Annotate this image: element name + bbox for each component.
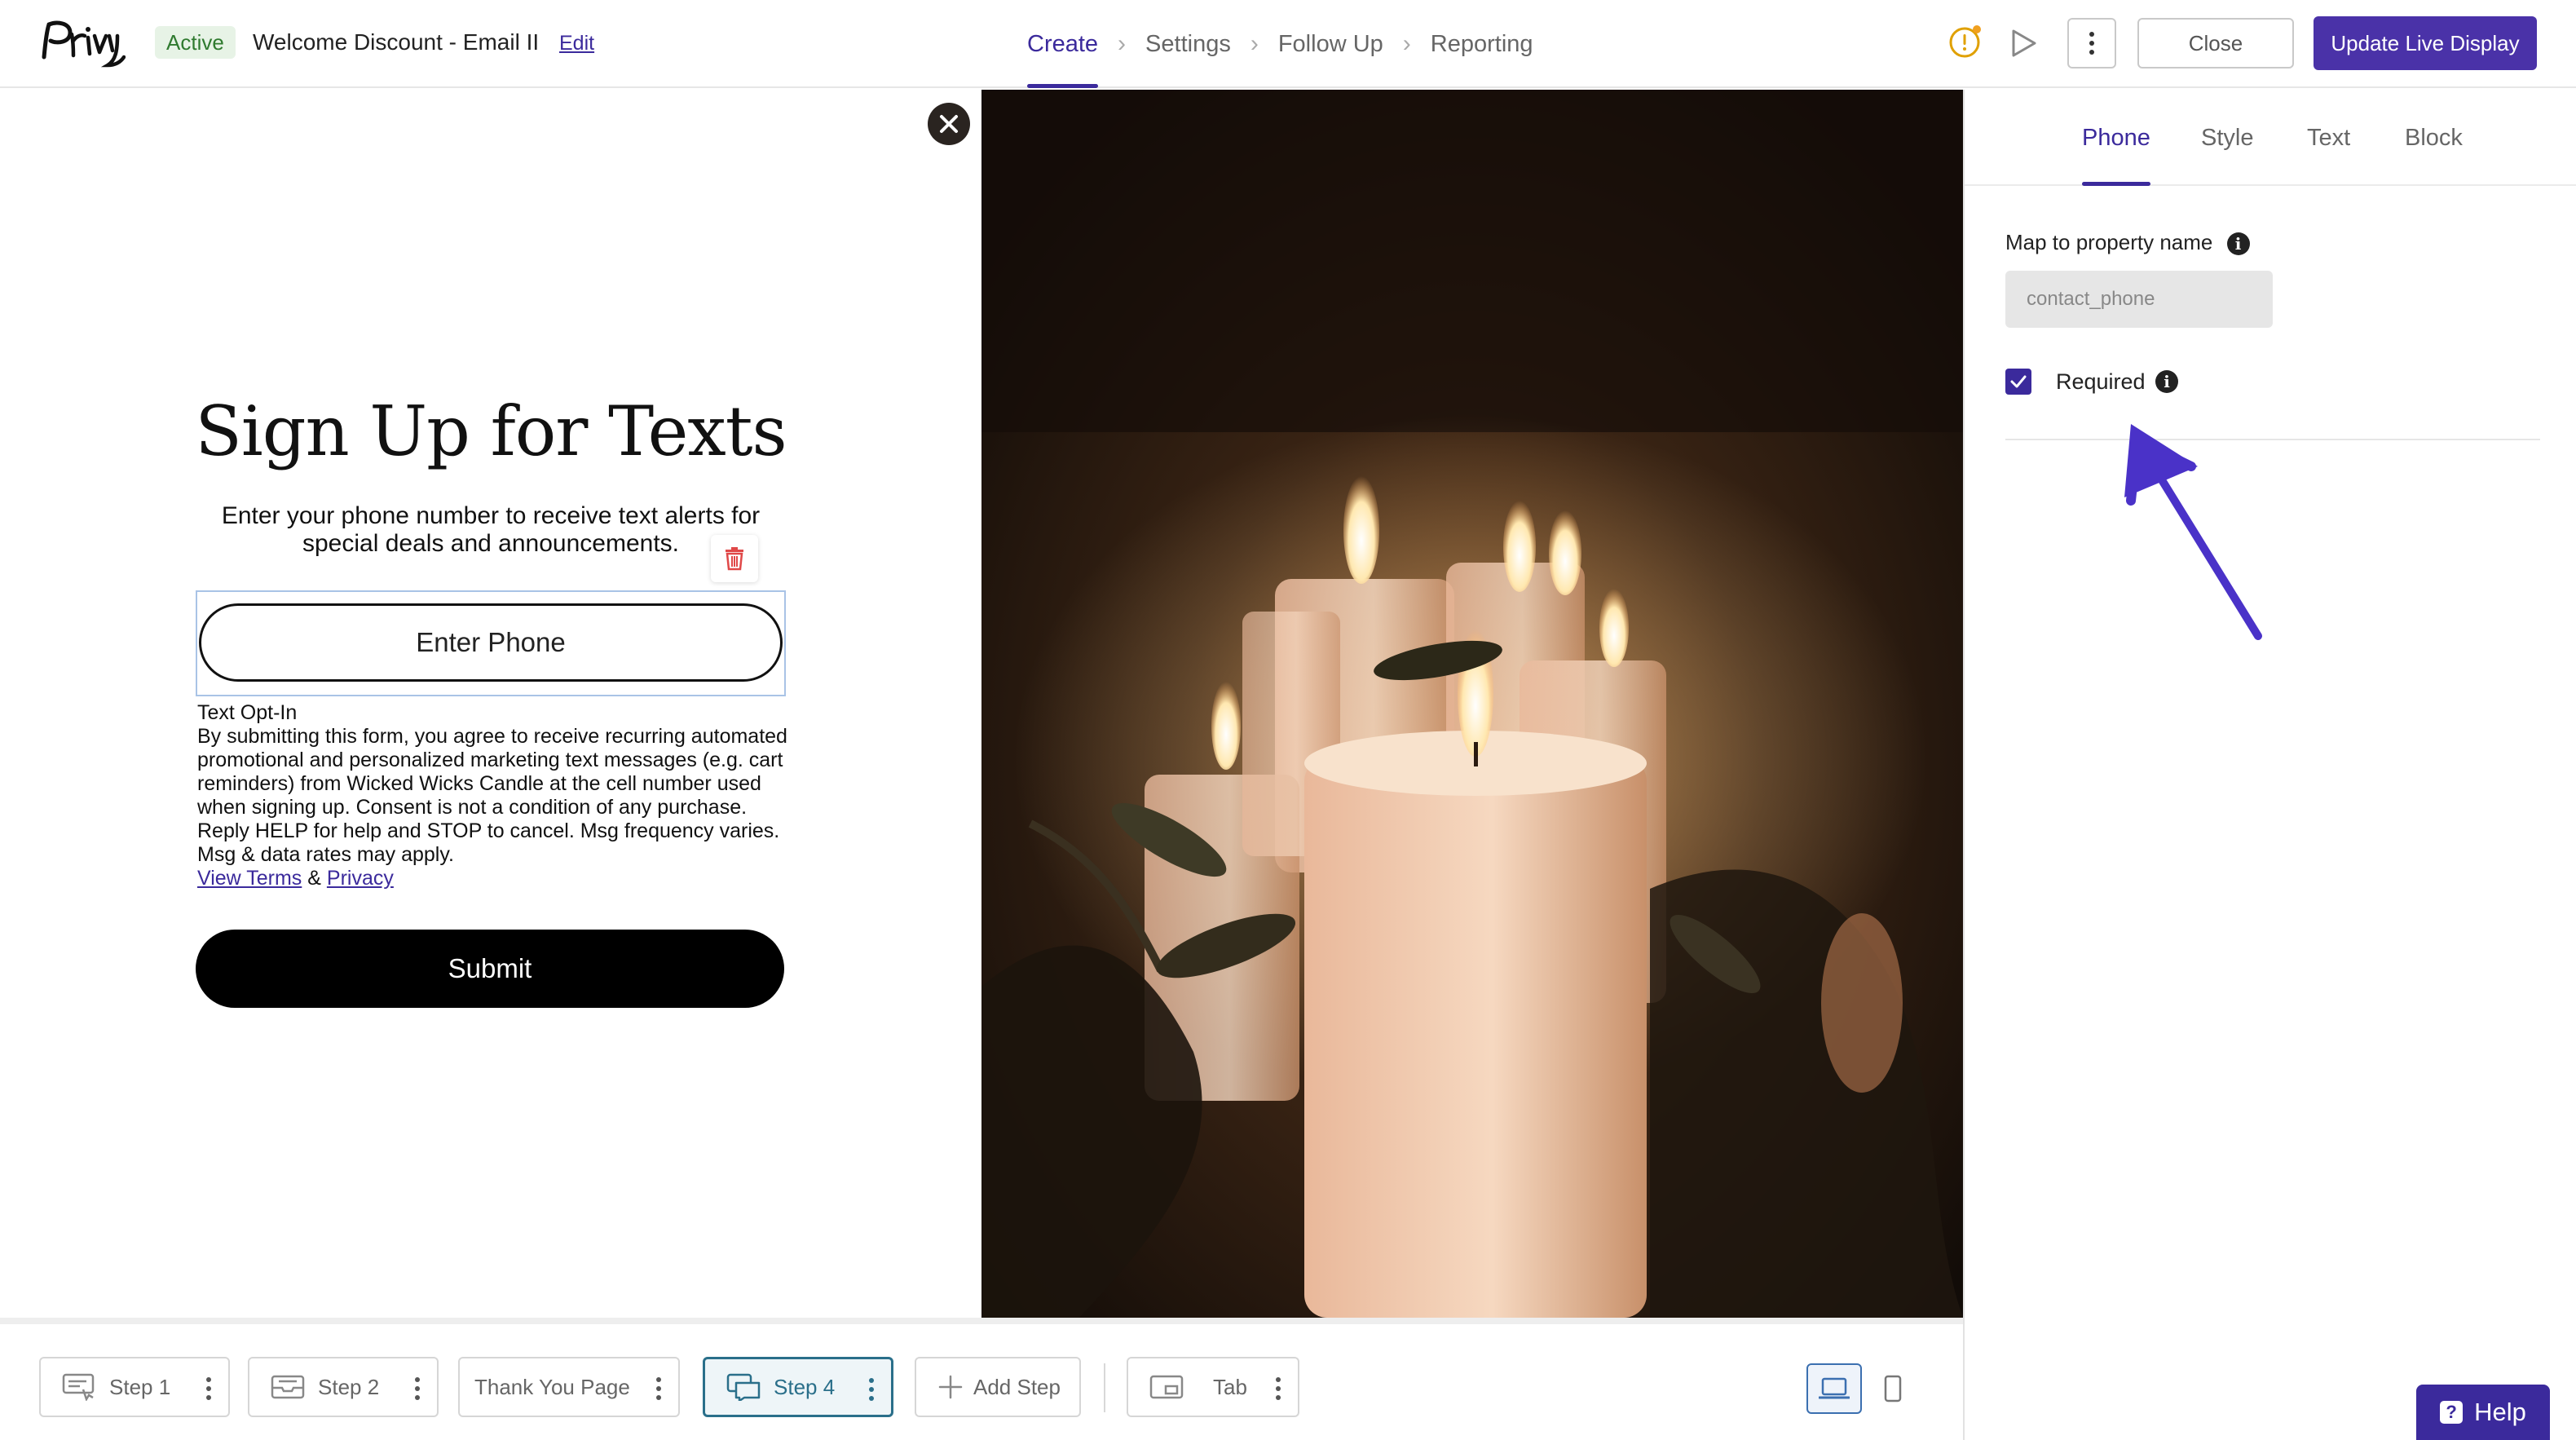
required-checkbox[interactable]	[2005, 369, 2031, 395]
map-property-text: Map to property name	[2005, 230, 2213, 254]
privy-logo[interactable]	[37, 15, 126, 72]
tab-phone[interactable]: Phone	[2082, 90, 2150, 186]
play-icon[interactable]	[2009, 28, 2038, 59]
step-bar: Step 1 Step 2 Thank You Page Step 4 Add …	[0, 1318, 1963, 1440]
update-live-display-button[interactable]: Update Live Display	[2314, 16, 2537, 70]
kebab-icon[interactable]	[868, 1377, 875, 1402]
kebab-icon	[2089, 32, 2094, 55]
delete-block-button[interactable]	[711, 535, 758, 582]
kebab-icon[interactable]	[414, 1376, 421, 1401]
nav-reporting[interactable]: Reporting	[1431, 0, 1533, 88]
phone-input[interactable]	[199, 603, 783, 682]
view-terms-link[interactable]: View Terms	[197, 867, 302, 890]
tab-style[interactable]: Style	[2201, 90, 2253, 186]
inbox-icon	[271, 1375, 305, 1399]
trash-icon	[726, 547, 743, 571]
kebab-icon[interactable]	[655, 1376, 662, 1401]
workflow-nav: Create › Settings › Follow Up › Reportin…	[1027, 0, 1533, 88]
candles-photo[interactable]	[981, 90, 1963, 1318]
tab-window-icon	[1149, 1375, 1184, 1399]
step-chip-step-2[interactable]: Step 2	[248, 1357, 439, 1417]
annotation-arrow-icon	[2124, 424, 2262, 640]
desktop-preview-toggle[interactable]	[1806, 1363, 1862, 1414]
help-label: Help	[2474, 1398, 2526, 1426]
tab-text[interactable]: Text	[2307, 90, 2350, 186]
desktop-icon	[1819, 1377, 1850, 1399]
close-icon	[940, 115, 958, 133]
chat-icon	[726, 1373, 761, 1401]
warning-icon[interactable]	[1948, 24, 1983, 59]
form-icon	[62, 1373, 95, 1401]
kebab-icon[interactable]	[205, 1376, 212, 1401]
required-label[interactable]: Required	[2056, 367, 2146, 396]
nav-settings[interactable]: Settings	[1145, 0, 1231, 88]
text-optin-disclaimer[interactable]: Text Opt-In By submitting this form, you…	[197, 701, 787, 890]
checkmark-icon	[2010, 375, 2027, 388]
popup-close-button[interactable]	[928, 103, 970, 145]
submit-button[interactable]: Submit	[196, 930, 784, 1008]
step-label: Thank You Page	[474, 1374, 630, 1399]
properties-tabs: Phone Style Text Block	[1965, 90, 2576, 186]
form-heading[interactable]: Sign Up for Texts	[0, 391, 981, 471]
tab-block[interactable]: Block	[2405, 90, 2463, 186]
close-button[interactable]: Close	[2137, 18, 2294, 68]
optin-title: Text Opt-In	[197, 701, 298, 724]
step-chip-thank-you[interactable]: Thank You Page	[458, 1357, 680, 1417]
divider	[1104, 1363, 1105, 1412]
step-chip-step-1[interactable]: Step 1	[39, 1357, 230, 1417]
mobile-icon	[1884, 1375, 1902, 1402]
optin-body: By submitting this form, you agree to re…	[197, 725, 787, 866]
nav-create[interactable]: Create	[1027, 0, 1099, 88]
form-subheading[interactable]: Enter your phone number to receive text …	[196, 502, 786, 558]
add-step-label: Add Step	[973, 1374, 1061, 1399]
links-separator: &	[307, 867, 321, 890]
chevron-right-icon: ›	[1402, 30, 1411, 57]
nav-follow-up[interactable]: Follow Up	[1278, 0, 1383, 88]
plus-icon	[938, 1375, 963, 1399]
chevron-right-icon: ›	[1118, 30, 1127, 57]
step-chip-step-4[interactable]: Step 4	[703, 1357, 893, 1417]
help-button[interactable]: ? Help	[2416, 1385, 2550, 1440]
privacy-link[interactable]: Privacy	[327, 867, 394, 890]
step-chip-tab[interactable]: Tab	[1127, 1357, 1299, 1417]
map-property-label: Map to property name i	[2005, 230, 2250, 256]
phone-field-selection[interactable]	[196, 590, 786, 696]
info-icon[interactable]: i	[2155, 370, 2178, 393]
signup-form-panel: Sign Up for Texts Enter your phone numbe…	[0, 90, 981, 1318]
kebab-icon[interactable]	[1275, 1376, 1281, 1401]
step-label: Step 4	[774, 1374, 836, 1399]
add-step-button[interactable]: Add Step	[915, 1357, 1081, 1417]
property-name-input[interactable]	[2005, 271, 2273, 328]
mobile-preview-toggle[interactable]	[1875, 1363, 1911, 1414]
properties-panel: Phone Style Text Block Map to property n…	[1963, 90, 2576, 1440]
status-badge: Active	[155, 26, 236, 59]
tab-label: Tab	[1213, 1374, 1247, 1399]
chevron-right-icon: ›	[1250, 30, 1259, 57]
campaign-title: Welcome Discount - Email II	[253, 29, 540, 55]
optin-links: View Terms & Privacy	[197, 867, 787, 890]
step-label: Step 2	[318, 1374, 380, 1399]
info-icon[interactable]: i	[2226, 232, 2250, 256]
question-icon: ?	[2440, 1401, 2464, 1424]
edit-title-link[interactable]: Edit	[559, 28, 594, 59]
top-header: Active Welcome Discount - Email II Edit …	[0, 0, 2576, 88]
more-options-button[interactable]	[2067, 18, 2116, 68]
step-label: Step 1	[109, 1374, 171, 1399]
editor-canvas: Sign Up for Texts Enter your phone numbe…	[0, 90, 1963, 1318]
